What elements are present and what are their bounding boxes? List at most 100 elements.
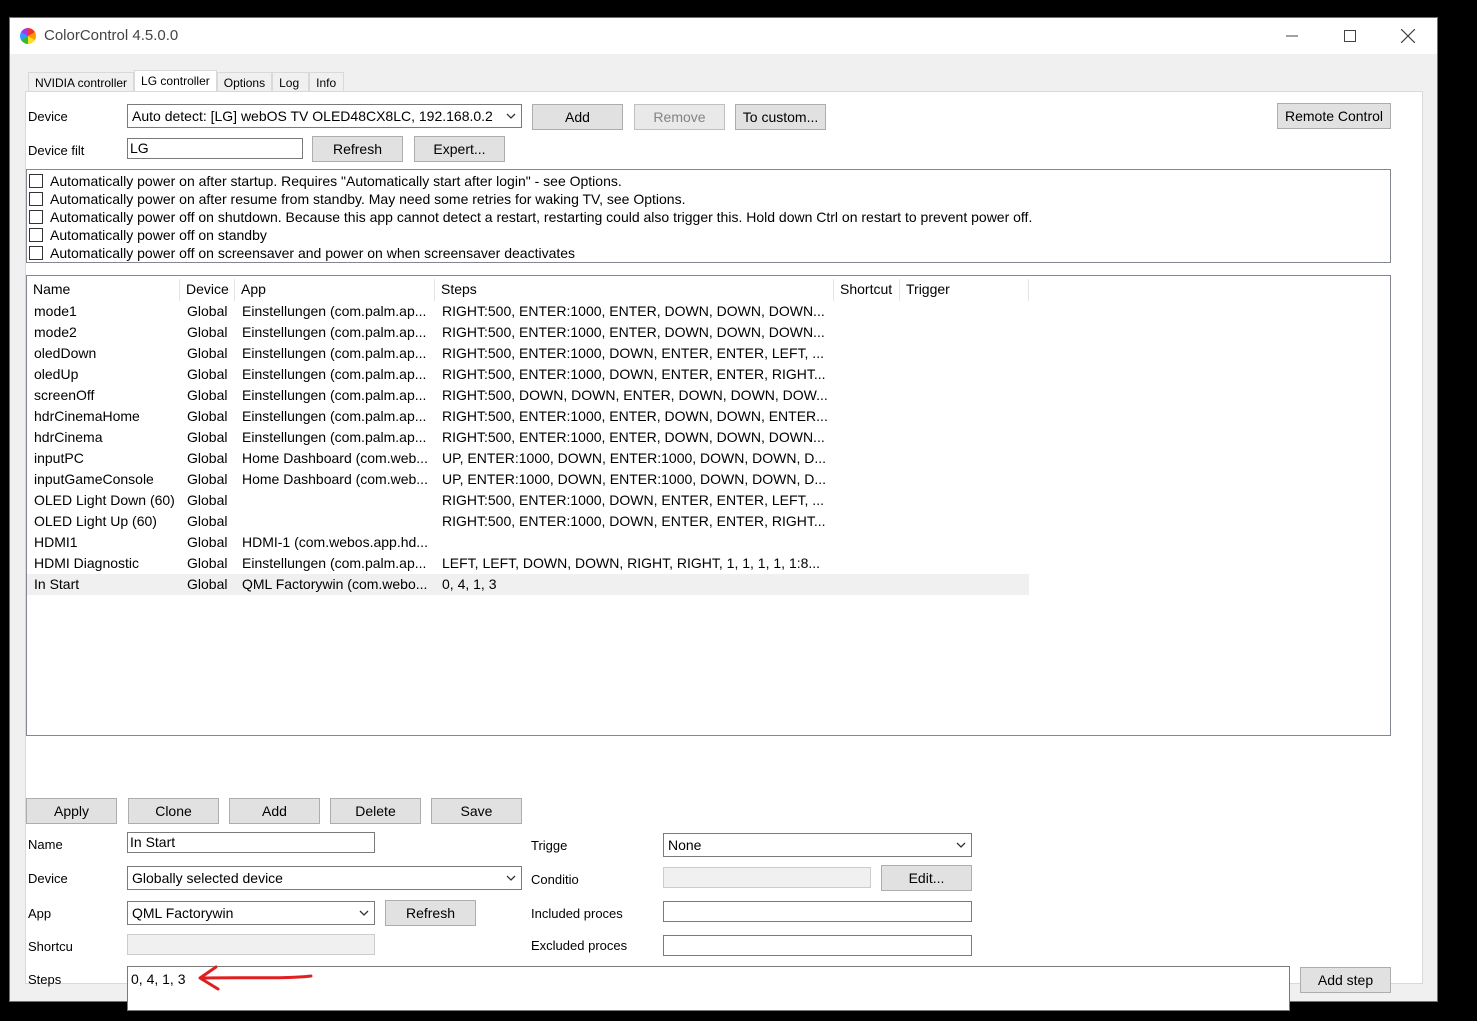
preset-device-select[interactable]: Globally selected device — [127, 866, 522, 890]
device-select[interactable]: Auto detect: [LG] webOS TV OLED48CX8LC, … — [127, 104, 522, 128]
device-label-editor: Device — [28, 871, 68, 886]
table-row[interactable]: hdrCinema Global Einstellungen (com.palm.a… — [27, 427, 1029, 448]
cell-steps: LEFT, LEFT, DOWN, DOWN, RIGHT, RIGHT, 1,… — [442, 555, 821, 571]
table-row[interactable]: OLED Light Up (60) Global RIGHT:500, ENTER… — [27, 511, 1029, 532]
cell-name: oledUp — [34, 366, 79, 382]
remove-device-button[interactable]: Remove — [634, 104, 725, 130]
remote-control-button[interactable]: Remote Control — [1277, 103, 1391, 129]
column-header-device[interactable]: Device — [180, 279, 235, 301]
table-row[interactable]: hdrCinemaHome Global Einstellungen (com.pa… — [27, 406, 1029, 427]
presets-list[interactable]: Name Device App Steps Shortcut Trigger m… — [26, 275, 1391, 736]
cell-name: OLED Light Down (60) — [34, 492, 175, 508]
column-header-steps[interactable]: Steps — [435, 279, 834, 301]
title-bar[interactable]: ColorControl 4.5.0.0 — [10, 18, 1437, 54]
column-header-trigger[interactable]: Trigger — [900, 279, 1029, 301]
maximize-button[interactable] — [1327, 18, 1373, 54]
table-row[interactable]: mode1 Global Einstellungen (com.palm.ap...… — [27, 301, 1029, 322]
cell-device: Global — [187, 513, 228, 529]
table-row[interactable]: oledUp Global Einstellungen (com.palm.ap..… — [27, 364, 1029, 385]
table-row[interactable]: In Start Global QML Factorywin (com.webo..… — [27, 574, 1029, 595]
table-row[interactable]: inputPC Global Home Dashboard (com.web... U… — [27, 448, 1029, 469]
option-label: Automatically power off on screensaver a… — [50, 245, 576, 261]
refresh-devices-button[interactable]: Refresh — [312, 136, 403, 162]
name-input[interactable]: In Start — [127, 832, 375, 853]
cell-name: hdrCinema — [34, 429, 103, 445]
steps-input-value: 0, 4, 1, 3 — [131, 971, 186, 987]
cell-device: Global — [187, 576, 228, 592]
cell-device: Global — [187, 303, 228, 319]
excluded-processes-input[interactable] — [663, 935, 972, 956]
cell-device: Global — [187, 471, 228, 487]
app-select-value: QML Factorywin — [132, 905, 234, 921]
option-label: Automatically power off on shutdown. Bec… — [50, 209, 1033, 225]
steps-label: Steps — [28, 972, 62, 987]
checkbox[interactable] — [29, 174, 43, 188]
option-power-on-resume[interactable]: Automatically power on after resume from… — [29, 190, 685, 208]
cell-name: HDMI1 — [34, 534, 78, 550]
table-row[interactable]: OLED Light Down (60) Global RIGHT:500, ENT… — [27, 490, 1029, 511]
cell-app: QML Factorywin (com.webo... — [242, 576, 428, 592]
cell-device: Global — [187, 324, 228, 340]
cell-steps: RIGHT:500, ENTER:1000, ENTER, DOWN, DOWN… — [442, 324, 825, 340]
checkbox[interactable] — [29, 192, 43, 206]
checkbox[interactable] — [29, 246, 43, 260]
option-power-on-startup[interactable]: Automatically power on after startup. Re… — [29, 172, 622, 190]
close-button[interactable] — [1385, 18, 1431, 54]
add-step-button[interactable]: Add step — [1300, 967, 1391, 993]
option-power-off-standby[interactable]: Automatically power off on standby — [29, 226, 267, 244]
cell-name: OLED Light Up (60) — [34, 513, 157, 529]
table-row[interactable]: oledDown Global Einstellungen (com.palm.ap… — [27, 343, 1029, 364]
add-device-button[interactable]: Add — [532, 104, 623, 130]
table-row[interactable]: screenOff Global Einstellungen (com.palm.a… — [27, 385, 1029, 406]
column-header-app[interactable]: App — [235, 279, 435, 301]
cell-app: Home Dashboard (com.web... — [242, 471, 428, 487]
cell-name: HDMI Diagnostic — [34, 555, 140, 571]
tab-strip: NVIDIA controller LG controller Options … — [28, 70, 345, 92]
option-power-off-screensaver[interactable]: Automatically power off on screensaver a… — [29, 244, 575, 262]
shortcut-input[interactable] — [127, 934, 375, 955]
red-arrow-annotation-icon — [198, 965, 313, 991]
cell-device: Global — [187, 429, 228, 445]
cell-name: inputGameConsole — [34, 471, 154, 487]
table-row[interactable]: HDMI1 Global HDMI-1 (com.webos.app.hd... — [27, 532, 1029, 553]
option-power-off-shutdown[interactable]: Automatically power off on shutdown. Bec… — [29, 208, 1032, 226]
cell-app — [235, 511, 435, 532]
cell-app: Einstellungen (com.palm.ap... — [242, 408, 427, 424]
trigger-select[interactable]: None — [663, 833, 972, 857]
cell-device: Global — [187, 408, 228, 424]
app-select[interactable]: QML Factorywin — [127, 901, 375, 925]
included-processes-input[interactable] — [663, 901, 972, 922]
delete-button[interactable]: Delete — [330, 798, 421, 824]
tab-options[interactable]: Options — [216, 72, 273, 92]
edit-condition-button[interactable]: Edit... — [881, 865, 972, 891]
name-label: Name — [28, 837, 63, 852]
clone-button[interactable]: Clone — [128, 798, 219, 824]
checkbox[interactable] — [29, 210, 43, 224]
tab-log[interactable]: Log — [272, 72, 310, 92]
tab-lg-controller[interactable]: LG controller — [134, 70, 217, 92]
device-filter-input[interactable]: LG — [127, 138, 303, 159]
column-header-name[interactable]: Name — [27, 279, 180, 301]
trigger-select-value: None — [668, 837, 702, 853]
condition-input[interactable] — [663, 867, 871, 888]
table-row[interactable]: inputGameConsole Global Home Dashboard (co… — [27, 469, 1029, 490]
minimize-button[interactable] — [1269, 18, 1315, 54]
refresh-apps-button[interactable]: Refresh — [385, 900, 476, 926]
tab-info[interactable]: Info — [309, 72, 345, 92]
apply-button[interactable]: Apply — [26, 798, 117, 824]
tab-nvidia-controller[interactable]: NVIDIA controller — [28, 72, 135, 92]
add-preset-button[interactable]: Add — [229, 798, 320, 824]
column-header-shortcut[interactable]: Shortcut — [834, 279, 900, 301]
cell-steps: RIGHT:500, ENTER:1000, DOWN, ENTER, ENTE… — [442, 345, 824, 361]
checkbox[interactable] — [29, 228, 43, 242]
table-row[interactable]: mode2 Global Einstellungen (com.palm.ap...… — [27, 322, 1029, 343]
device-label: Device — [28, 109, 68, 124]
save-button[interactable]: Save — [431, 798, 522, 824]
expert-button[interactable]: Expert... — [414, 136, 505, 162]
to-custom-button[interactable]: To custom... — [735, 104, 826, 130]
cell-name: mode2 — [34, 324, 77, 340]
cell-steps: UP, ENTER:1000, DOWN, ENTER:1000, DOWN, … — [442, 450, 827, 466]
chevron-down-icon — [506, 113, 516, 119]
cell-steps: RIGHT:500, ENTER:1000, ENTER, DOWN, DOWN… — [442, 303, 825, 319]
table-row[interactable]: HDMI Diagnostic Global Einstellungen (com.… — [27, 553, 1029, 574]
